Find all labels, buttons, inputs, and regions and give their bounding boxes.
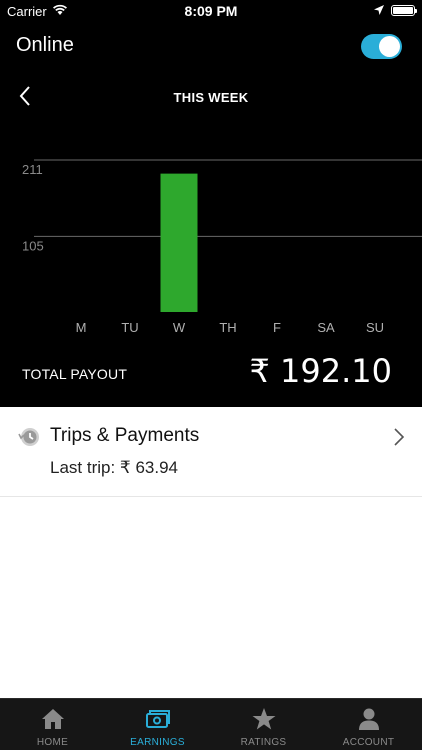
trips-payments-title: Trips & Payments: [50, 425, 200, 446]
tab-home[interactable]: HOME: [0, 699, 105, 750]
home-icon: [40, 707, 66, 731]
tab-bar: HOME EARNINGS RATINGS ACCOUNT: [0, 698, 422, 750]
earnings-panel: Online THIS WEEK 211 105 M TU W TH F SA SU TOTAL…: [0, 22, 422, 407]
tab-ratings[interactable]: RATINGS: [211, 699, 316, 750]
day-tick-label: W: [173, 320, 186, 335]
history-clock-icon: [17, 425, 41, 449]
toggle-knob: [379, 36, 400, 57]
day-tick-label: M: [76, 320, 87, 335]
star-icon: [251, 707, 277, 731]
week-title: THIS WEEK: [173, 90, 249, 105]
tab-earnings[interactable]: EARNINGS: [105, 699, 210, 750]
earnings-icon: [145, 707, 171, 731]
tab-account-label: ACCOUNT: [342, 737, 395, 748]
location-arrow-icon: [373, 4, 385, 19]
tab-account[interactable]: ACCOUNT: [316, 699, 421, 750]
chevron-right-icon: [392, 427, 406, 447]
tab-earnings-label: EARNINGS: [130, 737, 185, 748]
tab-ratings-label: RATINGS: [240, 737, 287, 748]
tab-home-label: HOME: [36, 737, 69, 748]
day-tick-label: TH: [219, 320, 236, 335]
last-trip-amount: Last trip: ₹ 63.94: [50, 458, 178, 477]
battery-icon: [391, 5, 417, 16]
online-status-title: Online: [16, 34, 74, 56]
chart-bar[interactable]: [160, 173, 198, 312]
online-toggle[interactable]: [361, 34, 402, 59]
day-tick-label: SU: [366, 320, 384, 335]
status-bar: Carrier 8:09 PM: [0, 0, 422, 22]
day-tick-label: TU: [121, 320, 138, 335]
chart-svg: 211 105 M TU W TH F SA SU: [22, 159, 422, 335]
account-icon: [356, 707, 382, 731]
trips-payments-row[interactable]: Trips & Payments Last trip: ₹ 63.94: [0, 407, 422, 497]
clock: 8:09 PM: [184, 3, 238, 19]
y-tick-label: 211: [22, 162, 43, 177]
day-tick-label: F: [273, 320, 281, 335]
day-tick-label: SA: [317, 320, 335, 335]
y-tick-label: 105: [22, 238, 44, 253]
total-payout-value: ₹ 192.10: [249, 352, 393, 390]
total-payout-label: TOTAL PAYOUT: [22, 366, 128, 382]
weekly-earnings-chart: 211 105 M TU W TH F SA SU: [0, 142, 422, 342]
